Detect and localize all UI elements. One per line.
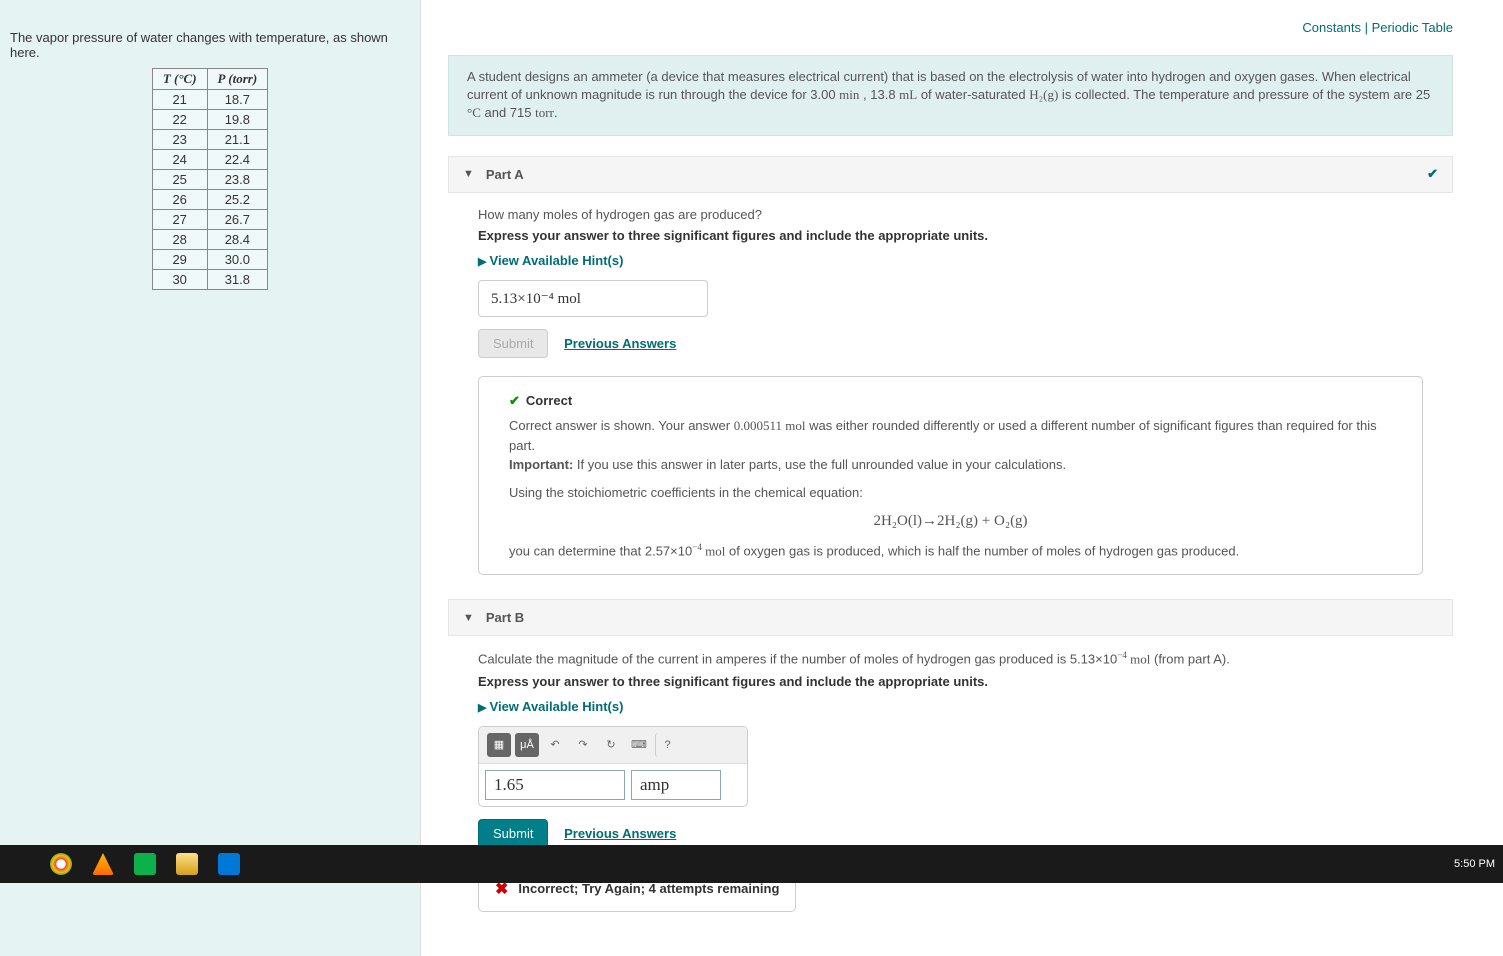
part-b-submit-button[interactable]: Submit — [478, 819, 548, 848]
template-icon[interactable]: ▦ — [487, 733, 511, 757]
table-row: 2828.4 — [152, 230, 267, 250]
app-icon[interactable] — [134, 853, 156, 875]
redo-icon[interactable]: ↷ — [571, 733, 595, 757]
unit-input[interactable]: amp — [631, 770, 721, 800]
collapse-icon: ▼ — [463, 612, 474, 624]
clock: 5:50 PM — [1454, 858, 1495, 870]
part-b-question: Calculate the magnitude of the current i… — [478, 650, 1423, 667]
part-a-submit-button: Submit — [478, 329, 548, 358]
top-links: Constants | Periodic Table — [448, 20, 1453, 35]
table-row: 2219.8 — [152, 110, 267, 130]
table-row: 2930.0 — [152, 250, 267, 270]
table-row: 2625.2 — [152, 190, 267, 210]
part-b-body: Calculate the magnitude of the current i… — [448, 650, 1453, 935]
part-a-hints[interactable]: View Available Hint(s) — [478, 253, 623, 268]
periodic-link[interactable]: Periodic Table — [1372, 20, 1453, 35]
th-temp: T (°C) — [152, 69, 207, 90]
part-a-question: How many moles of hydrogen gas are produ… — [478, 207, 1423, 222]
reset-icon[interactable]: ↻ — [599, 733, 623, 757]
vapor-table: T (°C) P (torr) 2118.72219.82321.12422.4… — [152, 68, 268, 290]
app-icon[interactable] — [218, 853, 240, 875]
left-panel: The vapor pressure of water changes with… — [0, 0, 420, 956]
part-a-previous-link[interactable]: Previous Answers — [564, 336, 676, 351]
app-icon[interactable] — [92, 853, 114, 875]
divider — [420, 0, 438, 956]
check-icon: ✔ — [1427, 166, 1438, 182]
value-input[interactable]: 1.65 — [485, 770, 625, 800]
answer-editor: ▦ μÅ ↶ ↷ ↻ ⌨ ? 1.65 amp — [478, 726, 748, 807]
help-icon[interactable]: ? — [655, 733, 679, 757]
chrome-icon[interactable] — [50, 853, 72, 875]
th-press: P (torr) — [207, 69, 268, 90]
intro-text: The vapor pressure of water changes with… — [10, 30, 410, 60]
part-a-feedback: ✔Correct Correct answer is shown. Your a… — [478, 376, 1423, 576]
problem-statement: A student designs an ammeter (a device t… — [448, 55, 1453, 136]
part-b-previous-link[interactable]: Previous Answers — [564, 826, 676, 841]
right-panel: Constants | Periodic Table A student des… — [438, 0, 1503, 956]
undo-icon[interactable]: ↶ — [543, 733, 567, 757]
table-row: 2321.1 — [152, 130, 267, 150]
table-row: 2726.7 — [152, 210, 267, 230]
taskbar[interactable]: 5:50 PM — [0, 845, 1503, 883]
part-a-header[interactable]: ▼ Part A ✔ — [448, 156, 1453, 193]
part-a-title: Part A — [486, 167, 524, 182]
part-b-hints[interactable]: View Available Hint(s) — [478, 699, 623, 714]
table-row: 2118.7 — [152, 90, 267, 110]
collapse-icon: ▼ — [463, 168, 474, 180]
keyboard-icon[interactable]: ⌨ — [627, 733, 651, 757]
part-a-body: How many moles of hydrogen gas are produ… — [448, 207, 1453, 600]
part-b-instruction: Express your answer to three significant… — [478, 674, 1423, 689]
part-a-instruction: Express your answer to three significant… — [478, 228, 1423, 243]
symbols-icon[interactable]: μÅ — [515, 733, 539, 757]
constants-link[interactable]: Constants — [1302, 20, 1361, 35]
part-b-title: Part B — [486, 610, 524, 625]
part-a-answer: 5.13×10⁻⁴ mol — [478, 280, 708, 317]
editor-toolbar: ▦ μÅ ↶ ↷ ↻ ⌨ ? — [479, 727, 747, 764]
folder-icon[interactable] — [176, 853, 198, 875]
check-icon: ✔ — [509, 393, 520, 408]
part-b-header[interactable]: ▼ Part B — [448, 599, 1453, 636]
table-row: 2523.8 — [152, 170, 267, 190]
table-row: 3031.8 — [152, 270, 267, 290]
table-row: 2422.4 — [152, 150, 267, 170]
